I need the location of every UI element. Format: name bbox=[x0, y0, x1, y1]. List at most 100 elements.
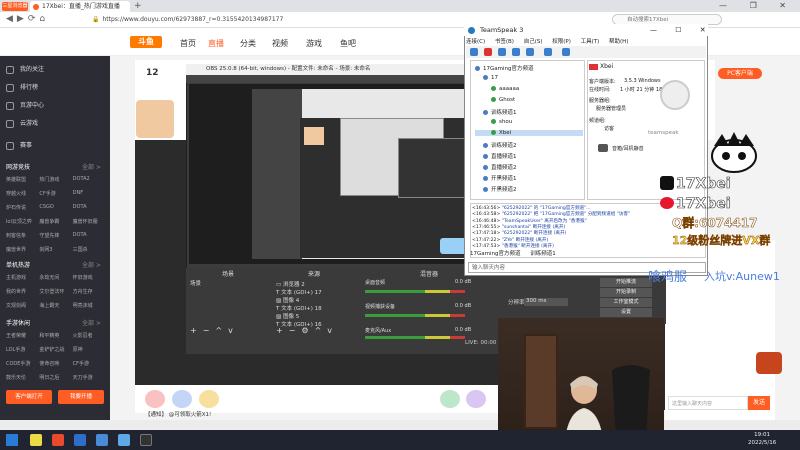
ts-menu-help[interactable]: 帮助(H) bbox=[609, 39, 628, 45]
gift-icon[interactable] bbox=[172, 390, 192, 408]
game-category-link[interactable]: 我的世界 bbox=[6, 288, 39, 295]
settings-button[interactable]: 设置 bbox=[600, 308, 652, 317]
game-category-link[interactable]: 魔兽世界 bbox=[6, 246, 39, 253]
server-item[interactable]: 17Gaming官方频道 bbox=[475, 64, 534, 72]
client-item[interactable]: Xbei bbox=[475, 130, 583, 136]
game-category-link[interactable]: 鼓乐天伦 bbox=[6, 374, 39, 381]
refresh-icon[interactable]: ⟳ bbox=[28, 14, 40, 24]
forward-icon[interactable]: ▶ bbox=[17, 14, 28, 24]
start-streaming-button[interactable]: 我要开播 bbox=[58, 390, 104, 404]
channel-item[interactable]: 开黑频道1 bbox=[475, 174, 517, 182]
nav-video[interactable]: 视频 bbox=[272, 38, 288, 49]
back-icon[interactable]: ◀ bbox=[6, 14, 17, 24]
source-item[interactable]: T 文本 (GDI+) 18 bbox=[276, 304, 322, 312]
game-category-link[interactable]: 和平精英 bbox=[39, 332, 72, 339]
chat-icon[interactable] bbox=[544, 48, 552, 56]
ts-menu-self[interactable]: 自己(S) bbox=[524, 39, 543, 45]
tab-channel-chat[interactable]: 训练频道1 bbox=[530, 251, 556, 257]
game-category-link[interactable]: DNF bbox=[73, 190, 106, 197]
gift-icon[interactable] bbox=[145, 390, 165, 408]
away-icon[interactable] bbox=[498, 48, 506, 56]
nav-games[interactable]: 游戏 bbox=[306, 38, 322, 49]
game-category-link[interactable]: DOTA bbox=[73, 232, 106, 239]
channel-item[interactable]: 17 bbox=[475, 75, 498, 81]
game-category-link[interactable]: CODE手游 bbox=[6, 360, 39, 367]
bookmark-icon[interactable] bbox=[562, 48, 570, 56]
app-icon[interactable] bbox=[96, 434, 108, 446]
sidebar-item-cloud[interactable]: 云游戏 bbox=[6, 118, 38, 128]
start-stream-button[interactable]: 开始推流 bbox=[600, 278, 652, 287]
transition-duration[interactable]: 300 ms bbox=[524, 298, 568, 306]
ts-menu-tools[interactable]: 工具(T) bbox=[581, 39, 600, 45]
scene-toolbar[interactable]: +−^v bbox=[190, 326, 239, 335]
game-category-link[interactable]: 魔兽怀旧服 bbox=[73, 218, 106, 225]
sidebar-item-webgame[interactable]: 页游中心 bbox=[6, 100, 44, 110]
windows-start-icon[interactable] bbox=[6, 434, 18, 446]
game-category-link[interactable]: DOTA2 bbox=[73, 176, 106, 183]
send-button[interactable]: 发送 bbox=[748, 396, 770, 410]
app-icon[interactable] bbox=[74, 434, 86, 446]
nav-category[interactable]: 分类 bbox=[240, 38, 256, 49]
open-client-button[interactable]: 客户端打开 bbox=[6, 390, 52, 404]
game-category-link[interactable]: 原神 bbox=[73, 346, 106, 353]
section-more-link[interactable]: 全部 > bbox=[82, 162, 101, 171]
game-category-link[interactable]: 海上霸天 bbox=[39, 302, 72, 309]
gift-icon[interactable] bbox=[440, 390, 460, 408]
douyu-logo[interactable]: 斗鱼 bbox=[130, 36, 162, 48]
game-category-link[interactable]: 穿越火线 bbox=[6, 190, 39, 197]
client-item[interactable]: shou bbox=[475, 119, 512, 125]
game-category-link[interactable]: 金铲铲之战 bbox=[39, 346, 72, 353]
nav-buttons[interactable]: ◀▶⟳⌂ bbox=[6, 14, 49, 24]
nav-live[interactable]: 直播 bbox=[208, 38, 224, 49]
game-category-link[interactable]: 明日之后 bbox=[39, 374, 72, 381]
client-item[interactable]: aaaaaa bbox=[475, 86, 519, 92]
channel-item[interactable]: 训练频道2 bbox=[475, 141, 517, 149]
game-category-link[interactable]: 方舟生存 bbox=[73, 288, 106, 295]
ts-window-controls[interactable]: — ☐ ✕ bbox=[650, 24, 714, 36]
sidebar-item-events[interactable]: 赛事 bbox=[6, 140, 32, 150]
source-item[interactable]: ▭ 浏览器 2 bbox=[276, 280, 305, 288]
game-category-link[interactable]: 主机游戏 bbox=[6, 274, 39, 281]
ts-menu-bookmarks[interactable]: 书签(B) bbox=[495, 39, 514, 45]
app-icon[interactable] bbox=[118, 434, 130, 446]
source-item[interactable]: T 文本 (GDI+) 17 bbox=[276, 288, 322, 296]
section-more-link[interactable]: 全部 > bbox=[82, 318, 101, 327]
disconnect-icon[interactable] bbox=[484, 48, 492, 56]
channel-item[interactable]: 开黑频道2 bbox=[475, 185, 517, 193]
source-item[interactable]: ▨ 图像 4 bbox=[276, 296, 299, 304]
section-more-link[interactable]: 全部 > bbox=[82, 260, 101, 269]
game-category-link[interactable]: 英雄联盟 bbox=[6, 176, 39, 183]
game-category-link[interactable]: 怀旧游戏 bbox=[73, 274, 106, 281]
studio-mode-button[interactable]: 工作室模式 bbox=[600, 298, 652, 307]
browser-badge[interactable]: 三星浏览器 bbox=[2, 2, 28, 11]
home-icon[interactable]: ⌂ bbox=[39, 14, 49, 24]
game-category-link[interactable]: 永劫无间 bbox=[39, 274, 72, 281]
game-category-link[interactable]: 明亮沫城 bbox=[73, 302, 106, 309]
channel-item[interactable]: 直播频道1 bbox=[475, 152, 517, 160]
game-category-link[interactable]: CF手游 bbox=[73, 360, 106, 367]
source-item[interactable]: T 文本 (GDI+) 16 bbox=[276, 320, 322, 328]
game-category-link[interactable]: lol云顶之弈 bbox=[6, 218, 39, 225]
source-item[interactable]: ▨ 图像 5 bbox=[276, 312, 299, 320]
game-category-link[interactable]: CSGO bbox=[39, 204, 72, 211]
game-category-link[interactable]: 王者荣耀 bbox=[6, 332, 39, 339]
taskbar-clock[interactable]: 19:01 2022/5/16 bbox=[748, 431, 776, 447]
nav-yuba[interactable]: 鱼吧 bbox=[340, 38, 356, 49]
sidebar-item-rank[interactable]: 排行榜 bbox=[6, 82, 38, 92]
obs-taskbar-icon[interactable] bbox=[140, 434, 152, 446]
chat-input[interactable]: 这里输入聊天内容 bbox=[668, 396, 748, 410]
window-controls[interactable]: — ❐ ✕ bbox=[719, 0, 796, 12]
scene-item[interactable]: 场景 bbox=[190, 279, 201, 287]
game-category-link[interactable]: 剑网3 bbox=[39, 246, 72, 253]
gift-icon[interactable] bbox=[199, 390, 219, 408]
connect-icon[interactable] bbox=[470, 48, 478, 56]
game-category-link[interactable]: 三国杀 bbox=[73, 246, 106, 253]
ts-menu-connect[interactable]: 连接(C) bbox=[466, 39, 485, 45]
game-category-link[interactable]: 炉石传说 bbox=[6, 204, 39, 211]
game-category-link[interactable]: DOTA bbox=[73, 204, 106, 211]
game-category-link[interactable]: 天刀手游 bbox=[73, 374, 106, 381]
browser-tab[interactable]: 17Xbei：直播_热门游戏直播 bbox=[30, 1, 130, 12]
pc-client-button[interactable]: PC客户端 bbox=[718, 68, 762, 79]
nav-home[interactable]: 首页 bbox=[180, 38, 196, 49]
app-icon[interactable] bbox=[52, 434, 64, 446]
